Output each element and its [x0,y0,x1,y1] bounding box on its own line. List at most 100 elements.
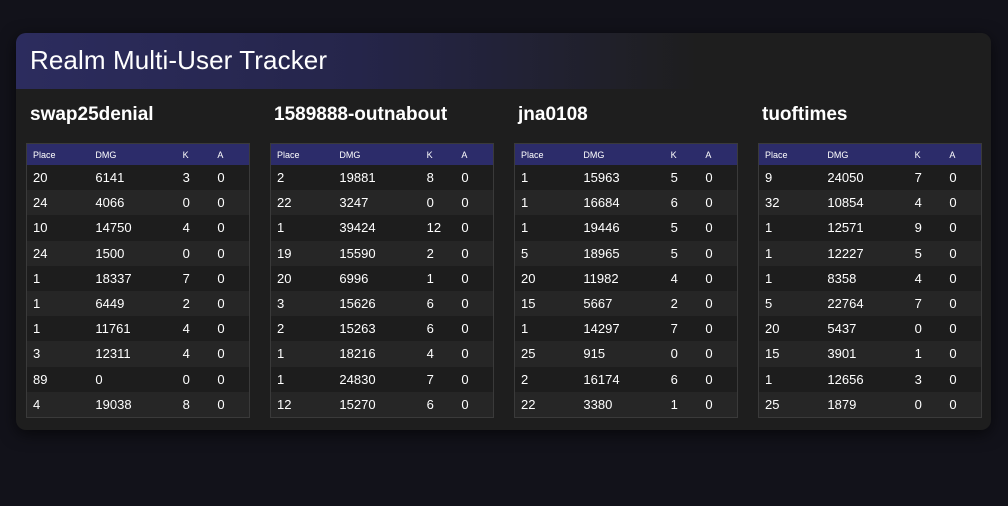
column-header: Place [33,149,56,160]
table-cell: 7 [914,296,922,312]
table-cell: 1 [33,321,41,337]
table-cell: 12656 [827,371,864,387]
table-cell: 5 [670,245,678,261]
table-cell: 4 [33,396,41,412]
column-header: Place [277,149,300,160]
table-cell: 5437 [827,321,857,337]
column-header: DMG [339,149,361,160]
table-cell: 0 [217,170,225,186]
table-cell: 4 [426,346,434,362]
table-cell: 3 [33,346,41,362]
table-cell: 4 [182,220,190,236]
table-cell: 14750 [95,220,132,236]
table-row: 20 5437 0 0 [759,316,981,342]
table-cell: 16684 [583,195,620,211]
table-row: 22 3380 1 0 [515,391,737,417]
table-cell: 24 [33,245,48,261]
table-cell: 22 [521,396,536,412]
table-cell: 0 [461,245,469,261]
table-cell: 15626 [339,296,376,312]
column-header: A [217,149,224,160]
column-header: Place [521,149,544,160]
table-cell: 0 [705,170,713,186]
table-cell: 8 [426,170,434,186]
table-cell: 0 [217,220,225,236]
table-cell: 2 [521,371,529,387]
table-cell: 18337 [95,270,132,286]
table-cell: 15 [521,296,536,312]
table-cell: 4 [914,270,922,286]
table-cell: 5 [670,220,678,236]
table-cell: 0 [949,296,957,312]
table-cell: 20 [277,270,292,286]
match-table: Place DMG K A 2 19881 8 0 22 3247 0 0 1 39424 12 0 19 155… [270,143,494,418]
table-row: 32 10854 4 0 [759,190,981,216]
table-cell: 1 [521,220,529,236]
table-cell: 0 [705,396,713,412]
table-cell: 0 [949,170,957,186]
table-cell: 0 [217,346,225,362]
table-cell: 22 [277,195,292,211]
table-cell: 12 [426,220,442,236]
table-cell: 0 [461,220,469,236]
table-row: 1 24830 7 0 [271,366,493,392]
table-row: 1 6449 2 0 [27,290,249,317]
table-cell: 0 [461,170,469,186]
column-header: DMG [95,149,117,160]
table-cell: 3247 [339,195,369,211]
table-cell: 15270 [339,396,376,412]
table-cell: 12311 [95,346,131,362]
table-cell: 0 [461,371,469,387]
table-cell: 9 [914,220,922,236]
table-cell: 25 [521,346,536,362]
table-row: 20 11982 4 0 [515,265,737,291]
table-cell: 0 [949,245,957,261]
table-cell: 0 [217,396,225,412]
table-cell: 19 [277,245,292,261]
column-header: K [914,149,921,160]
table-cell: 24050 [827,170,864,186]
table-cell: 0 [217,321,225,337]
table-cell: 5 [914,245,922,261]
table-cell: 22764 [827,296,864,312]
table-cell: 1 [765,371,773,387]
table-cell: 6141 [95,170,125,186]
table-cell: 0 [949,270,957,286]
table-cell: 6 [426,296,434,312]
table-row: 89 0 0 0 [27,366,249,392]
table-cell: 1 [765,270,773,286]
table-cell: 18216 [339,346,376,362]
table-cell: 1 [277,346,285,362]
table-cell: 6 [670,195,678,211]
table-cell: 1 [670,396,678,412]
table-cell: 16174 [583,371,620,387]
table-header-row: Place DMG K A [515,144,737,165]
user-name: 1589888-outnabout [274,104,448,125]
match-table: Place DMG K A 9 24050 7 0 32 10854 4 0 1 12571 9 0 1 1222… [758,143,982,418]
table-cell: 18965 [583,245,620,261]
table-row: 3 15626 6 0 [271,290,493,317]
table-row: 1 16684 6 0 [515,190,737,216]
table-row: 1 11761 4 0 [27,316,249,342]
table-cell: 0 [949,371,957,387]
table-cell: 1 [426,270,434,286]
table-cell: 5667 [583,296,613,312]
table-cell: 15 [765,346,780,362]
table-row: 2 15263 6 0 [271,316,493,342]
table-cell: 0 [217,270,225,286]
table-cell: 0 [949,346,957,362]
table-row: 1 14297 7 0 [515,316,737,342]
table-cell: 12 [277,396,292,412]
table-cell: 3 [914,371,922,387]
table-row: 24 1500 0 0 [27,240,249,266]
table-cell: 0 [217,371,225,387]
table-cell: 32 [765,195,780,211]
table-row: 1 18216 4 0 [271,341,493,367]
table-cell: 1 [33,296,41,312]
table-cell: 0 [949,195,957,211]
column-header: A [705,149,712,160]
table-row: 15 5667 2 0 [515,290,737,317]
table-cell: 0 [949,321,957,337]
table-cell: 4 [670,270,678,286]
table-row: 1 12227 5 0 [759,240,981,266]
